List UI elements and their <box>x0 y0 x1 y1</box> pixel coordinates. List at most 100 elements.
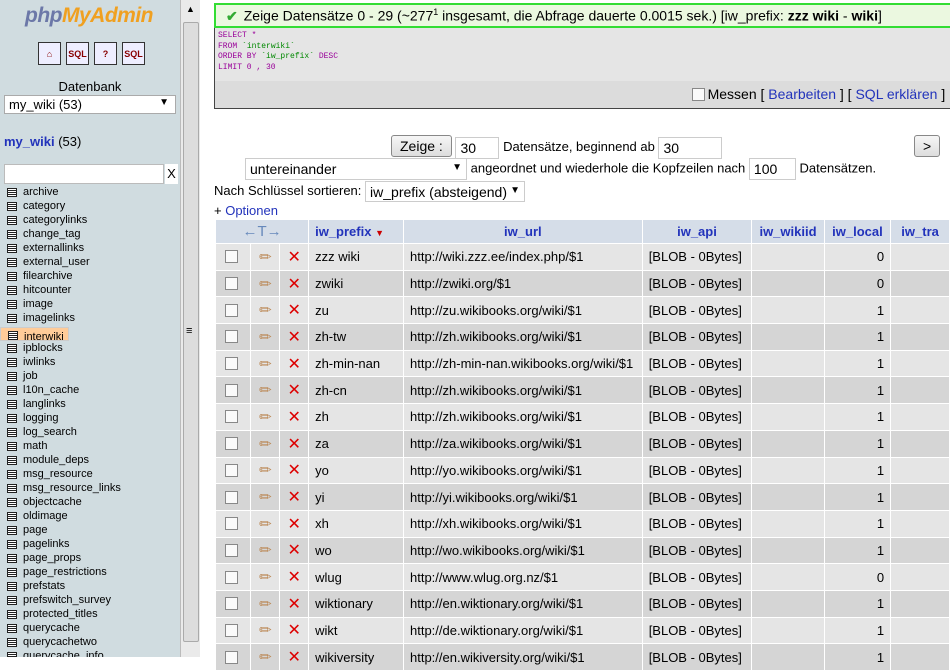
row-checkbox[interactable] <box>225 517 239 531</box>
database-link[interactable]: my_wiki (53) <box>4 134 81 149</box>
sidebar-table-ipblocks[interactable]: ipblocks <box>0 341 180 355</box>
sidebar-table-querycache[interactable]: querycache <box>0 621 180 635</box>
column-header-iw_tra[interactable]: iw_tra <box>891 220 949 243</box>
edit-cell[interactable]: ✏ <box>251 617 280 644</box>
row-select-cell[interactable] <box>216 404 251 430</box>
edit-cell[interactable]: ✏ <box>251 564 280 590</box>
edit-cell[interactable]: ✏ <box>251 590 280 617</box>
delete-cell[interactable]: ✕ <box>280 377 309 404</box>
sidebar-table-image[interactable]: image <box>0 297 180 311</box>
delete-icon[interactable]: ✕ <box>287 622 300 639</box>
sidebar-table-page_props[interactable]: page_props <box>0 551 180 565</box>
sidebar-table-prefstats[interactable]: prefstats <box>0 579 180 593</box>
sidebar-table-archive[interactable]: archive <box>0 185 180 199</box>
row-checkbox[interactable] <box>225 357 239 371</box>
delete-cell[interactable]: ✕ <box>280 430 309 457</box>
row-select-cell[interactable] <box>216 430 251 457</box>
row-select-cell[interactable] <box>216 564 251 590</box>
edit-pencil-icon[interactable]: ✏ <box>259 329 272 346</box>
sidebar-table-logging[interactable]: logging <box>0 411 180 425</box>
delete-icon[interactable]: ✕ <box>287 302 300 319</box>
sidebar-table-interwiki[interactable]: interwiki <box>0 326 69 343</box>
sort-key-select[interactable]: iw_prefix (absteigend) ▼ <box>365 181 526 202</box>
column-header-iw_prefix[interactable]: iw_prefix ▼ <box>309 220 403 243</box>
row-count-input[interactable]: 30 <box>455 136 500 159</box>
explain-sql-link[interactable]: SQL erklären <box>855 86 937 102</box>
sidebar-table-externallinks[interactable]: externallinks <box>0 241 180 255</box>
delete-icon[interactable]: ✕ <box>287 649 300 666</box>
delete-cell[interactable]: ✕ <box>280 590 309 617</box>
column-header-iw_wikiid[interactable]: iw_wikiid <box>752 220 824 243</box>
row-checkbox[interactable] <box>225 463 239 477</box>
edit-cell[interactable]: ✏ <box>251 377 280 404</box>
display-mode-select[interactable]: untereinander ▼ <box>245 158 467 180</box>
home-icon[interactable]: ⌂ <box>38 42 61 65</box>
start-row-input[interactable]: 30 <box>658 136 723 159</box>
column-resize-arrows[interactable]: ←T→ <box>216 220 309 243</box>
edit-cell[interactable]: ✏ <box>251 457 280 484</box>
row-checkbox[interactable] <box>225 543 239 557</box>
row-checkbox[interactable] <box>225 277 239 291</box>
delete-cell[interactable]: ✕ <box>280 324 309 350</box>
row-checkbox[interactable] <box>225 410 239 424</box>
edit-pencil-icon[interactable]: ✏ <box>259 382 272 399</box>
row-select-cell[interactable] <box>216 297 251 324</box>
edit-pencil-icon[interactable]: ✏ <box>259 409 272 426</box>
edit-cell[interactable]: ✏ <box>251 350 280 377</box>
edit-pencil-icon[interactable]: ✏ <box>259 569 272 586</box>
clear-filter-button[interactable]: X <box>165 164 178 184</box>
edit-cell[interactable]: ✏ <box>251 430 280 457</box>
column-header-iw_url[interactable]: iw_url <box>404 220 642 243</box>
sidebar-table-prefswitch_survey[interactable]: prefswitch_survey <box>0 593 180 607</box>
sidebar-table-querycache_info[interactable]: querycache_info <box>0 649 180 657</box>
edit-pencil-icon[interactable]: ✏ <box>259 302 272 319</box>
row-select-cell[interactable] <box>216 484 251 510</box>
edit-pencil-icon[interactable]: ✏ <box>259 542 272 559</box>
delete-cell[interactable]: ✕ <box>280 564 309 590</box>
delete-icon[interactable]: ✕ <box>287 596 300 613</box>
row-checkbox[interactable] <box>225 570 239 584</box>
sidebar-table-pagelinks[interactable]: pagelinks <box>0 537 180 551</box>
edit-pencil-icon[interactable]: ✏ <box>259 249 272 266</box>
row-checkbox[interactable] <box>225 650 239 664</box>
table-filter-input[interactable] <box>4 164 164 184</box>
delete-cell[interactable]: ✕ <box>280 404 309 430</box>
delete-cell[interactable]: ✕ <box>280 244 309 270</box>
column-header-iw_local[interactable]: iw_local <box>824 220 891 243</box>
row-select-cell[interactable] <box>216 617 251 644</box>
sidebar-table-l10n_cache[interactable]: l10n_cache <box>0 383 180 397</box>
row-select-cell[interactable] <box>216 537 251 564</box>
sidebar-table-category[interactable]: category <box>0 199 180 213</box>
sidebar-table-categorylinks[interactable]: categorylinks <box>0 213 180 227</box>
sidebar-table-oldimage[interactable]: oldimage <box>0 509 180 523</box>
delete-cell[interactable]: ✕ <box>280 297 309 324</box>
edit-pencil-icon[interactable]: ✏ <box>259 276 272 293</box>
help-icon[interactable]: ? <box>94 42 117 65</box>
repeat-headers-input[interactable]: 100 <box>748 158 796 180</box>
row-select-cell[interactable] <box>216 510 251 537</box>
delete-cell[interactable]: ✕ <box>280 510 309 537</box>
delete-icon[interactable]: ✕ <box>287 409 300 426</box>
measure-checkbox[interactable] <box>691 88 705 101</box>
row-select-cell[interactable] <box>216 270 251 297</box>
delete-icon[interactable]: ✕ <box>287 462 300 479</box>
delete-icon[interactable]: ✕ <box>287 276 300 293</box>
column-header-iw_api[interactable]: iw_api <box>642 220 752 243</box>
next-page-button[interactable]: > <box>914 135 941 157</box>
edit-cell[interactable]: ✏ <box>251 537 280 564</box>
delete-icon[interactable]: ✕ <box>287 329 300 346</box>
edit-pencil-icon[interactable]: ✏ <box>259 516 272 533</box>
sidebar-table-log_search[interactable]: log_search <box>0 425 180 439</box>
show-button[interactable]: Zeige : <box>391 135 452 157</box>
phpmyadmin-logo[interactable]: phpMyAdmin <box>25 4 153 28</box>
delete-cell[interactable]: ✕ <box>280 537 309 564</box>
edit-cell[interactable]: ✏ <box>251 510 280 537</box>
delete-cell[interactable]: ✕ <box>280 484 309 510</box>
database-select[interactable]: my_wiki (53) ▼ <box>4 95 176 114</box>
row-select-cell[interactable] <box>216 457 251 484</box>
edit-pencil-icon[interactable]: ✏ <box>259 489 272 506</box>
sidebar-table-module_deps[interactable]: module_deps <box>0 453 180 467</box>
edit-cell[interactable]: ✏ <box>251 484 280 510</box>
sidebar-table-msg_resource_links[interactable]: msg_resource_links <box>0 481 180 495</box>
sidebar-table-objectcache[interactable]: objectcache <box>0 495 180 509</box>
